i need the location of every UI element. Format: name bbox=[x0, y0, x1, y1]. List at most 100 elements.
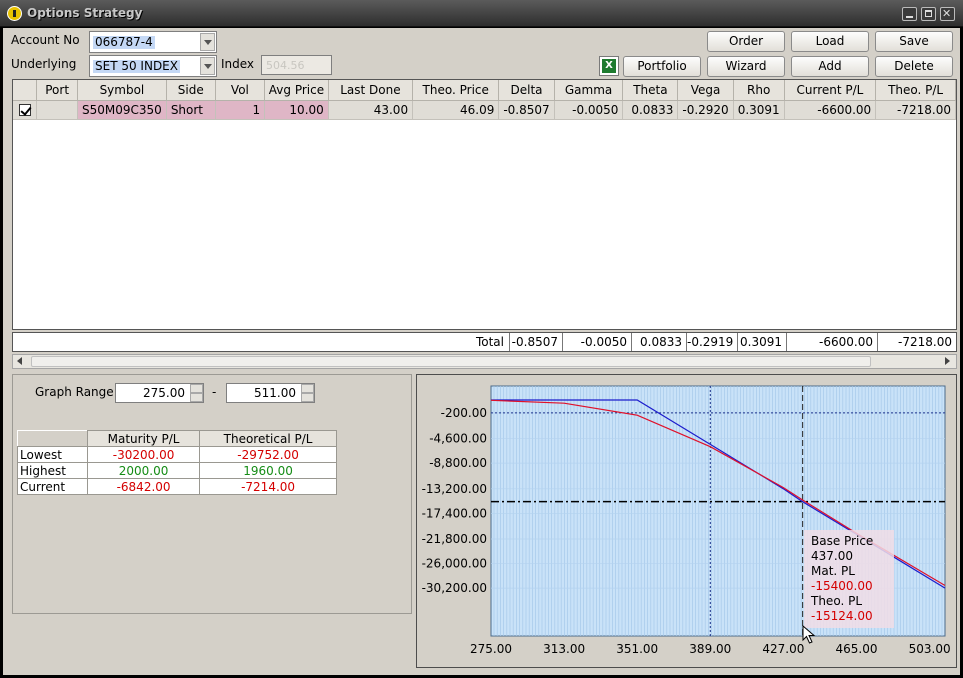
y-tick-label: -200.00 bbox=[441, 406, 487, 420]
y-tick-label: -17,400.00 bbox=[422, 506, 487, 520]
pl-lowest-maturity: -30200.00 bbox=[86, 446, 201, 463]
chevron-down-icon[interactable] bbox=[200, 57, 215, 75]
save-button[interactable]: Save bbox=[875, 31, 953, 52]
cell-vega: -0.2920 bbox=[677, 100, 734, 120]
tooltip-base-value: 437.00 bbox=[811, 549, 853, 563]
pl-header-theoretical: Theoretical P/L bbox=[199, 430, 337, 447]
pl-highest-theoretical: 1960.00 bbox=[199, 462, 337, 479]
positions-grid: Port Symbol Side Vol Avg Price Last Done… bbox=[12, 79, 957, 330]
account-label: Account No bbox=[11, 33, 80, 47]
load-button[interactable]: Load bbox=[791, 31, 869, 52]
pl-row-label: Current bbox=[17, 478, 88, 495]
total-label: Total bbox=[475, 335, 504, 349]
column-header-theo-price[interactable]: Theo. Price bbox=[412, 80, 500, 101]
cell-avg-price[interactable]: 10.00 bbox=[264, 100, 329, 120]
table-header: Port Symbol Side Vol Avg Price Last Done… bbox=[13, 80, 956, 101]
index-label: Index bbox=[221, 57, 255, 71]
minimize-button[interactable] bbox=[902, 7, 917, 21]
column-header-last-done[interactable]: Last Done bbox=[328, 80, 414, 101]
table-row[interactable]: S50M09C350 Short 1 10.00 43.00 46.09 -0.… bbox=[13, 100, 956, 120]
scroll-right-icon[interactable] bbox=[945, 357, 950, 365]
graph-range-label: Graph Range bbox=[35, 385, 114, 399]
column-header-vol[interactable]: Vol bbox=[215, 80, 266, 101]
column-header-gamma[interactable]: Gamma bbox=[554, 80, 624, 101]
total-rho: 0.3091 bbox=[737, 333, 786, 351]
y-tick-label: -8,800.00 bbox=[429, 456, 487, 470]
underlying-label: Underlying bbox=[11, 57, 77, 71]
x-tick-label: 427.00 bbox=[762, 642, 804, 656]
total-theo-pl: -7218.00 bbox=[877, 333, 956, 351]
column-header-current-pl[interactable]: Current P/L bbox=[784, 80, 877, 101]
pl-header-maturity: Maturity P/L bbox=[86, 430, 201, 447]
spin-up-icon[interactable] bbox=[190, 384, 203, 393]
spin-up-icon[interactable] bbox=[301, 384, 314, 393]
column-header-port[interactable]: Port bbox=[36, 80, 79, 101]
column-header-delta[interactable]: Delta bbox=[498, 80, 555, 101]
cell-vol[interactable]: 1 bbox=[215, 100, 266, 120]
cell-gamma: -0.0050 bbox=[554, 100, 624, 120]
cell-theo-pl: -7218.00 bbox=[875, 100, 956, 120]
spin-down-icon[interactable] bbox=[190, 393, 203, 402]
total-row: Total -0.8507 -0.0050 0.0833 -0.2919 0.3… bbox=[12, 332, 957, 352]
pl-row-label: Lowest bbox=[17, 446, 88, 463]
payoff-chart-panel: -200.00 -4,600.00 -8,800.00 -13,200.00 -17,4… bbox=[416, 374, 957, 668]
underlying-select[interactable]: SET 50 INDEX bbox=[89, 55, 217, 77]
y-tick-label: -4,600.00 bbox=[429, 432, 487, 446]
scroll-left-icon[interactable] bbox=[17, 357, 22, 365]
tooltip-theo-value: -15124.00 bbox=[811, 609, 873, 623]
y-tick-label: -26,000.00 bbox=[422, 557, 487, 571]
pl-summary-table: Maturity P/L Theoretical P/L Lowest -302… bbox=[17, 430, 337, 495]
mouse-cursor-icon bbox=[802, 625, 816, 644]
chevron-down-icon[interactable] bbox=[200, 33, 215, 51]
cell-theta: 0.0833 bbox=[622, 100, 679, 120]
cell-last-done: 43.00 bbox=[328, 100, 414, 120]
pl-lowest-theoretical: -29752.00 bbox=[199, 446, 337, 463]
horizontal-scrollbar[interactable] bbox=[12, 354, 957, 369]
checkbox-checked-icon[interactable] bbox=[18, 104, 31, 116]
wizard-button[interactable]: Wizard bbox=[707, 56, 785, 77]
pl-row-current: Current -6842.00 -7214.00 bbox=[17, 478, 337, 495]
portfolio-button[interactable]: Portfolio bbox=[623, 56, 701, 77]
tooltip-mat-value: -15400.00 bbox=[811, 579, 873, 593]
tooltip-mat-label: Mat. PL bbox=[811, 564, 855, 578]
total-delta: -0.8507 bbox=[509, 333, 562, 351]
column-header-side[interactable]: Side bbox=[166, 80, 216, 101]
column-header-symbol[interactable]: Symbol bbox=[77, 80, 167, 101]
delete-button[interactable]: Delete bbox=[875, 56, 953, 77]
app-logo-icon bbox=[7, 6, 22, 21]
cell-delta: -0.8507 bbox=[498, 100, 555, 120]
row-checkbox[interactable] bbox=[13, 100, 38, 120]
pl-corner bbox=[17, 430, 88, 447]
column-header-theo-pl[interactable]: Theo. P/L bbox=[875, 80, 956, 101]
scrollbar-thumb[interactable] bbox=[31, 356, 871, 367]
cell-port[interactable] bbox=[36, 100, 79, 120]
column-header-avg-price[interactable]: Avg Price bbox=[264, 80, 329, 101]
range-to-spinner[interactable] bbox=[301, 384, 314, 402]
account-select[interactable]: 066787-4 bbox=[89, 31, 217, 53]
pl-current-theoretical: -7214.00 bbox=[199, 478, 337, 495]
excel-icon[interactable]: X bbox=[599, 56, 619, 76]
add-button[interactable]: Add bbox=[791, 56, 869, 77]
maximize-button[interactable] bbox=[921, 7, 936, 21]
range-from-spinner[interactable] bbox=[190, 384, 203, 402]
range-dash: - bbox=[212, 385, 217, 399]
pl-row-lowest: Lowest -30200.00 -29752.00 bbox=[17, 446, 337, 463]
price-tooltip: Base Price 437.00 Mat. PL -15400.00 Theo… bbox=[811, 534, 873, 624]
column-header-theta[interactable]: Theta bbox=[622, 80, 679, 101]
window-title: Options Strategy bbox=[27, 6, 143, 20]
x-tick-label: 313.00 bbox=[543, 642, 585, 656]
select-column-header bbox=[13, 80, 38, 101]
summary-panel: Graph Range 275.00 - 511.00 Maturity P/L… bbox=[12, 374, 412, 614]
spin-down-icon[interactable] bbox=[301, 393, 314, 402]
pl-row-highest: Highest 2000.00 1960.00 bbox=[17, 462, 337, 479]
column-header-rho[interactable]: Rho bbox=[733, 80, 785, 101]
cell-side[interactable]: Short bbox=[166, 100, 216, 120]
pl-row-label: Highest bbox=[17, 462, 88, 479]
order-button[interactable]: Order bbox=[707, 31, 785, 52]
cell-symbol[interactable]: S50M09C350 bbox=[77, 100, 167, 120]
x-tick-label: 389.00 bbox=[689, 642, 731, 656]
column-header-vega[interactable]: Vega bbox=[677, 80, 734, 101]
account-value: 066787-4 bbox=[93, 35, 155, 49]
y-tick-label: -21,800.00 bbox=[422, 532, 487, 546]
close-button[interactable]: ✕ bbox=[940, 7, 955, 21]
